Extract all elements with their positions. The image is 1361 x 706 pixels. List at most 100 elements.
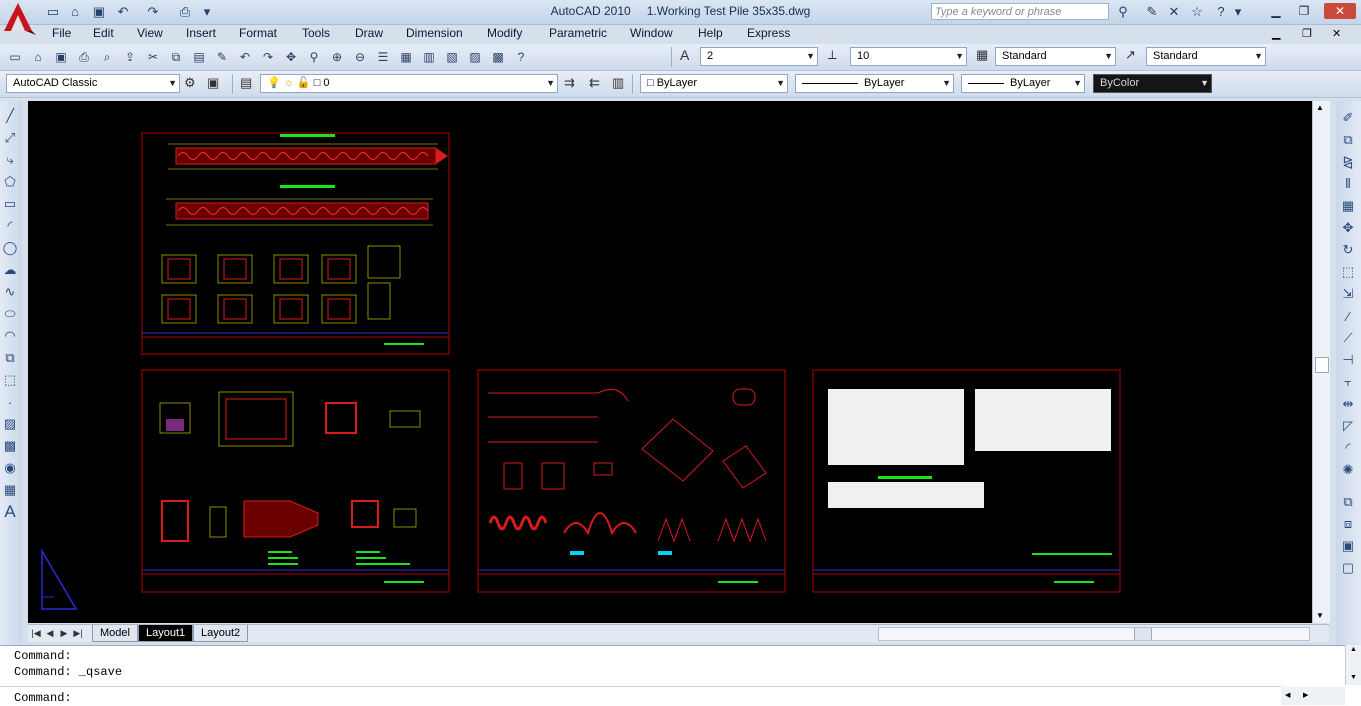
scroll-thumb[interactable] [1315,357,1329,373]
doc-restore-icon[interactable]: ❐ [1302,27,1312,40]
linetype-dropdown[interactable]: ByLayer ▼ [795,74,954,93]
zoom-realtime-icon[interactable]: ⚲ [305,48,323,66]
subscription-icon[interactable]: ✎ [1142,3,1162,20]
qnew-icon[interactable]: ▭ [6,48,24,66]
stretch-icon[interactable]: ⇲ [1339,285,1357,303]
search-input[interactable]: Type a keyword or phrase [931,3,1109,20]
color-dropdown[interactable]: □ ByLayer ▼ [640,74,788,93]
menu-dimension[interactable]: Dimension [406,26,463,40]
redo-icon[interactable]: ↷ [259,48,277,66]
construction-line-icon[interactable]: ⤢ [1,129,19,147]
scroll-up-icon[interactable]: ▲ [1316,103,1324,112]
gradient-icon[interactable]: ▩ [1,437,19,455]
hscroll-thumb[interactable] [1134,628,1152,640]
first-tab-icon[interactable]: |◀ [30,626,42,640]
cmd-scroll-right-icon[interactable]: ▶ [1303,691,1308,699]
cut-icon[interactable]: ✂ [144,48,162,66]
match-properties-icon[interactable]: ✎ [213,48,231,66]
region-icon[interactable]: ◉ [1,459,19,477]
menu-format[interactable]: Format [239,26,277,40]
ellipse-icon[interactable]: ⬭ [1,305,19,323]
extend-icon[interactable]: ⟋ [1339,329,1357,347]
mirror-icon[interactable]: ⧎ [1339,153,1357,171]
chamfer-icon[interactable]: ◸ [1339,417,1357,435]
paste-icon[interactable]: ▤ [190,48,208,66]
doc-close-icon[interactable]: ✕ [1332,27,1341,40]
close-icon[interactable]: ✕ [1324,3,1356,19]
cmd-scroll-down-icon[interactable]: ▼ [1350,674,1357,681]
bring-above-icon[interactable]: ▣ [1339,537,1357,555]
ellipse-arc-icon[interactable]: ◠ [1,327,19,345]
make-current-layer-icon[interactable]: ⇉ [564,75,575,91]
circle-icon[interactable]: ◯ [1,239,19,257]
publish-icon[interactable]: ⇪ [121,48,139,66]
menu-view[interactable]: View [137,26,163,40]
menu-edit[interactable]: Edit [93,26,114,40]
tool-palettes-icon[interactable]: ▥ [420,48,438,66]
tab-layout2[interactable]: Layout2 [193,625,249,642]
dim-style-dropdown[interactable]: Standard ▼ [1146,47,1266,66]
workspace-settings-icon[interactable]: ⚙ [184,75,196,91]
menu-insert[interactable]: Insert [186,26,216,40]
polygon-icon[interactable]: ⬠ [1,173,19,191]
draw-order-back-icon[interactable]: ⧈ [1339,515,1357,533]
communication-icon[interactable]: ✕ [1164,3,1184,20]
join-icon[interactable]: ⇹ [1339,395,1357,413]
open-icon[interactable]: ⌂ [29,48,47,66]
revision-cloud-icon[interactable]: ☁ [1,261,19,279]
prev-tab-icon[interactable]: ◀ [44,626,56,640]
hatch-icon[interactable]: ▨ [1,415,19,433]
rectangle-icon[interactable]: ▭ [1,195,19,213]
help-icon[interactable]: ? [512,48,530,66]
help-dropdown-icon[interactable]: ▾ [1228,3,1248,20]
point-icon[interactable]: · [1,393,19,411]
text-height-dropdown[interactable]: 2 ▼ [700,47,818,66]
scroll-down-icon[interactable]: ▼ [1316,611,1324,620]
menu-parametric[interactable]: Parametric [549,26,607,40]
move-icon[interactable]: ✥ [1339,219,1357,237]
array-icon[interactable]: ▦ [1339,197,1357,215]
multiline-text-icon[interactable]: A [1,502,19,521]
make-block-icon[interactable]: ⬚ [1,371,19,389]
menu-express[interactable]: Express [747,26,790,40]
text-style-icon[interactable]: A [680,47,689,63]
menu-modify[interactable]: Modify [487,26,522,40]
tab-model[interactable]: Model [92,625,138,642]
undo-icon[interactable]: ↶ [236,48,254,66]
plot-icon[interactable]: ⎙ [75,48,93,66]
vertical-scrollbar[interactable]: ▲ ▼ [1312,101,1330,623]
pan-icon[interactable]: ✥ [282,48,300,66]
tab-layout1[interactable]: Layout1 [138,625,194,642]
copy-icon[interactable]: ⧉ [167,48,185,66]
lineweight-dropdown[interactable]: ByLayer ▼ [961,74,1085,93]
send-under-icon[interactable]: ▢ [1339,559,1357,577]
menu-help[interactable]: Help [698,26,723,40]
menu-draw[interactable]: Draw [355,26,383,40]
fillet-icon[interactable]: ◜ [1339,439,1357,457]
menu-tools[interactable]: Tools [302,26,330,40]
offset-icon[interactable]: ⫴ [1339,175,1357,193]
dim-scale-dropdown[interactable]: 10 ▼ [850,47,967,66]
cmd-scroll-up-icon[interactable]: ▲ [1350,646,1357,653]
calculator-icon[interactable]: ▩ [489,48,507,66]
favorites-icon[interactable]: ☆ [1187,3,1207,20]
properties-icon[interactable]: ☰ [374,48,392,66]
draw-order-front-icon[interactable]: ⧉ [1339,493,1357,511]
trim-icon[interactable]: ⁄ [1339,307,1357,325]
save-icon[interactable]: ▣ [52,48,70,66]
plot-preview-icon[interactable]: ⌕ [98,48,116,66]
sheet-set-icon[interactable]: ▧ [443,48,461,66]
design-center-icon[interactable]: ▦ [397,48,415,66]
doc-minimize-icon[interactable]: ▁ [1272,27,1280,40]
zoom-previous-icon[interactable]: ⊖ [351,48,369,66]
break-at-point-icon[interactable]: ⊣ [1339,351,1357,369]
workspace-save-icon[interactable]: ▣ [207,75,219,91]
copy-object-icon[interactable]: ⧉ [1339,131,1357,149]
binoculars-icon[interactable]: ⚲ [1113,3,1133,20]
markup-icon[interactable]: ▨ [466,48,484,66]
table-icon[interactable]: ▦ [1,481,19,499]
menu-window[interactable]: Window [630,26,673,40]
scale-icon[interactable]: ⬚ [1339,263,1357,281]
minimize-icon[interactable]: ▁ [1264,3,1288,19]
rotate-icon[interactable]: ↻ [1339,241,1357,259]
